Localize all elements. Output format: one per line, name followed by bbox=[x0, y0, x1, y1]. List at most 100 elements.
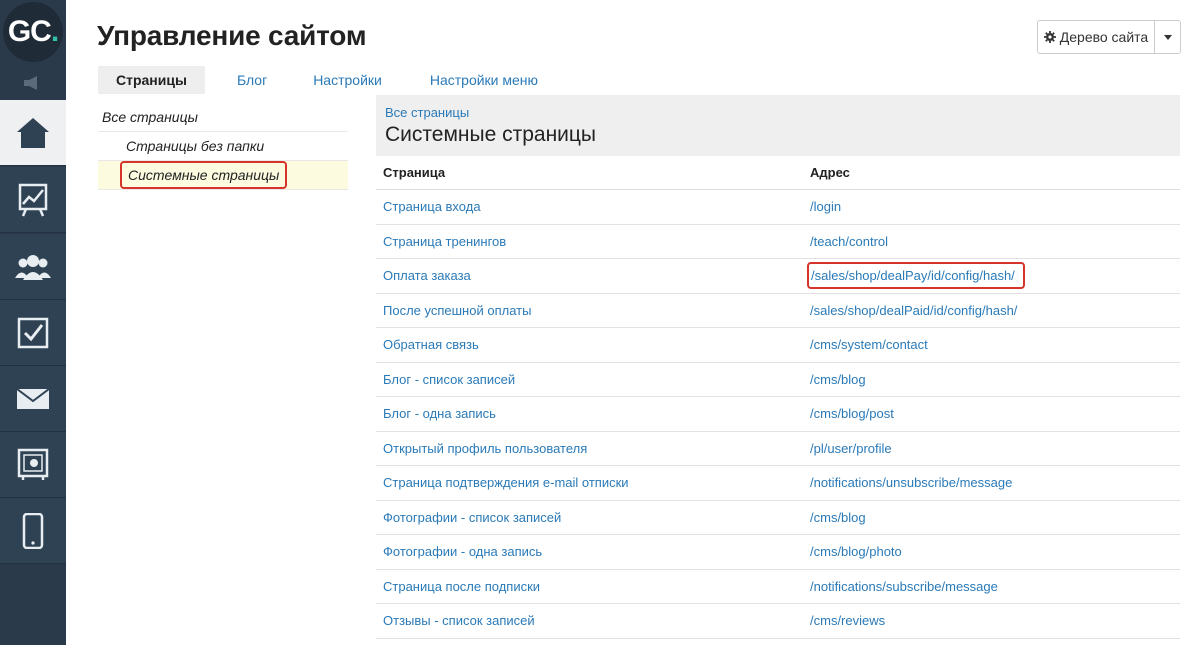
column-header-address: Адрес bbox=[810, 165, 850, 180]
section-tabs: Страницы Блог Настройки Настройки меню bbox=[98, 66, 556, 94]
table-row: Открытый профиль пользователя/pl/user/pr… bbox=[376, 432, 1180, 466]
system-pages-table: Страница Адрес Страница входа/login Стран… bbox=[376, 156, 1180, 639]
address-cell: /login bbox=[810, 199, 1180, 214]
sidebar-item-analytics[interactable] bbox=[0, 167, 66, 233]
address-cell: /notifications/unsubscribe/message bbox=[810, 475, 1180, 490]
page-name-link[interactable]: Открытый профиль пользователя bbox=[376, 441, 810, 456]
table-row: Оплата заказа/sales/shop/dealPay/id/conf… bbox=[376, 259, 1180, 294]
address-cell: /teach/control bbox=[810, 234, 1180, 249]
tab-pages[interactable]: Страницы bbox=[98, 66, 205, 94]
page-name-link[interactable]: Фотографии - список записей bbox=[376, 510, 810, 525]
sidebar-item-users[interactable] bbox=[0, 234, 66, 300]
address-link[interactable]: /notifications/unsubscribe/message bbox=[810, 475, 1012, 490]
address-link[interactable]: /teach/control bbox=[810, 234, 888, 249]
highlight-box: Системные страницы bbox=[120, 161, 288, 189]
address-cell: /cms/blog/post bbox=[810, 406, 1180, 421]
table-row: Фотографии - одна запись/cms/blog/photo bbox=[376, 535, 1180, 570]
sidebar-footer bbox=[0, 564, 66, 645]
chart-icon bbox=[18, 183, 48, 216]
site-tree-button-label: Дерево сайта bbox=[1059, 29, 1149, 45]
address-link[interactable]: /cms/reviews bbox=[810, 613, 885, 628]
users-icon bbox=[15, 254, 51, 280]
panel-header: Все страницы Системные страницы bbox=[376, 95, 1180, 156]
checkbox-icon bbox=[17, 317, 49, 348]
address-cell: /cms/blog bbox=[810, 372, 1180, 387]
address-cell: /sales/shop/dealPaid/id/config/hash/ bbox=[810, 303, 1180, 318]
table-row: Страница подтверждения e-mail отписки/no… bbox=[376, 466, 1180, 501]
page-name-link[interactable]: Фотографии - одна запись bbox=[376, 544, 810, 559]
page-name-link[interactable]: Страница входа bbox=[376, 199, 810, 214]
logo[interactable]: GC. bbox=[0, 0, 66, 66]
gear-icon bbox=[1043, 31, 1056, 43]
tree-item-all-pages[interactable]: Все страницы bbox=[98, 103, 348, 132]
table-row: Страница тренингов/teach/control bbox=[376, 225, 1180, 259]
site-tree-button-group: Дерево сайта bbox=[1037, 20, 1181, 54]
page-name-link[interactable]: После успешной оплаты bbox=[376, 303, 810, 318]
address-link[interactable]: /cms/blog/photo bbox=[810, 544, 902, 559]
tree-item-label: Все страницы bbox=[102, 109, 198, 125]
address-link[interactable]: /cms/blog/post bbox=[810, 406, 894, 421]
tab-settings[interactable]: Настройки bbox=[295, 66, 400, 94]
logo-text: GC. bbox=[7, 15, 59, 48]
sidebar-item-mobile[interactable] bbox=[0, 498, 66, 564]
address-cell: /cms/reviews bbox=[810, 613, 1180, 628]
page-name-link[interactable]: Блог - список записей bbox=[376, 372, 810, 387]
tab-menu-settings[interactable]: Настройки меню bbox=[412, 66, 556, 94]
sidebar-item-home[interactable] bbox=[0, 100, 66, 166]
table-row: После успешной оплаты/sales/shop/dealPai… bbox=[376, 294, 1180, 328]
address-link[interactable]: /login bbox=[810, 199, 841, 214]
address-link[interactable]: /cms/blog bbox=[810, 372, 866, 387]
address-cell: /cms/system/contact bbox=[810, 337, 1180, 352]
page-name-link[interactable]: Обратная связь bbox=[376, 337, 810, 352]
sidebar-item-sales[interactable] bbox=[0, 432, 66, 498]
safe-icon bbox=[17, 448, 49, 480]
panel-title: Системные страницы bbox=[385, 123, 597, 146]
address-link[interactable]: /notifications/subscribe/message bbox=[810, 579, 998, 594]
table-row: Страница после подписки/notifications/su… bbox=[376, 570, 1180, 604]
table-row: Фотографии - список записей/cms/blog bbox=[376, 501, 1180, 535]
tree-item-system-pages[interactable]: Системные страницы bbox=[98, 161, 348, 190]
mail-icon bbox=[16, 387, 50, 409]
tree-item-no-folder[interactable]: Страницы без папки bbox=[98, 132, 348, 161]
tab-blog[interactable]: Блог bbox=[219, 66, 285, 94]
address-cell: /cms/blog/photo bbox=[810, 544, 1180, 559]
folder-tree: Все страницы Страницы без папки Системны… bbox=[98, 103, 348, 190]
tree-item-label: Страницы без папки bbox=[126, 138, 265, 154]
column-header-page: Страница bbox=[383, 165, 446, 180]
page-name-link[interactable]: Отзывы - список записей bbox=[376, 613, 810, 628]
address-link[interactable]: /sales/shop/dealPay/id/config/hash/ bbox=[807, 262, 1025, 290]
phone-icon bbox=[22, 512, 44, 549]
table-body: Страница входа/login Страница тренингов/t… bbox=[376, 190, 1180, 639]
address-link[interactable]: /sales/shop/dealPaid/id/config/hash/ bbox=[810, 303, 1017, 318]
table-row: Блог - список записей/cms/blog bbox=[376, 363, 1180, 397]
address-link[interactable]: /pl/user/profile bbox=[810, 441, 892, 456]
site-tree-button[interactable]: Дерево сайта bbox=[1038, 21, 1155, 53]
announcement-icon[interactable] bbox=[0, 66, 66, 100]
table-row: Обратная связь/cms/system/contact bbox=[376, 328, 1180, 363]
sidebar: GC. bbox=[0, 0, 66, 645]
breadcrumb[interactable]: Все страницы bbox=[385, 105, 1171, 120]
address-cell: /cms/blog bbox=[810, 510, 1180, 525]
address-link[interactable]: /cms/blog bbox=[810, 510, 866, 525]
table-row: Блог - одна запись/cms/blog/post bbox=[376, 397, 1180, 432]
address-link[interactable]: /cms/system/contact bbox=[810, 337, 928, 352]
chevron-down-icon bbox=[1163, 34, 1172, 40]
sidebar-item-tasks[interactable] bbox=[0, 300, 66, 366]
table-row: Отзывы - список записей/cms/reviews bbox=[376, 604, 1180, 639]
page-name-link[interactable]: Страница тренингов bbox=[376, 234, 810, 249]
address-cell: /pl/user/profile bbox=[810, 441, 1180, 456]
home-icon bbox=[17, 117, 49, 148]
address-cell: /sales/shop/dealPay/id/config/hash/ bbox=[807, 262, 1180, 290]
page-name-link[interactable]: Оплата заказа bbox=[376, 268, 810, 283]
table-row: Страница входа/login bbox=[376, 190, 1180, 225]
page-title: Управление сайтом bbox=[97, 20, 367, 51]
sidebar-item-mail[interactable] bbox=[0, 366, 66, 432]
address-cell: /notifications/subscribe/message bbox=[810, 579, 1180, 594]
table-header: Страница Адрес bbox=[376, 156, 1180, 190]
tree-item-label: Системные страницы bbox=[128, 167, 280, 183]
page-name-link[interactable]: Блог - одна запись bbox=[376, 406, 810, 421]
page-name-link[interactable]: Страница после подписки bbox=[376, 579, 810, 594]
site-tree-dropdown-toggle[interactable] bbox=[1155, 21, 1180, 53]
page-name-link[interactable]: Страница подтверждения e-mail отписки bbox=[376, 475, 810, 490]
logo-badge: GC. bbox=[3, 2, 63, 62]
